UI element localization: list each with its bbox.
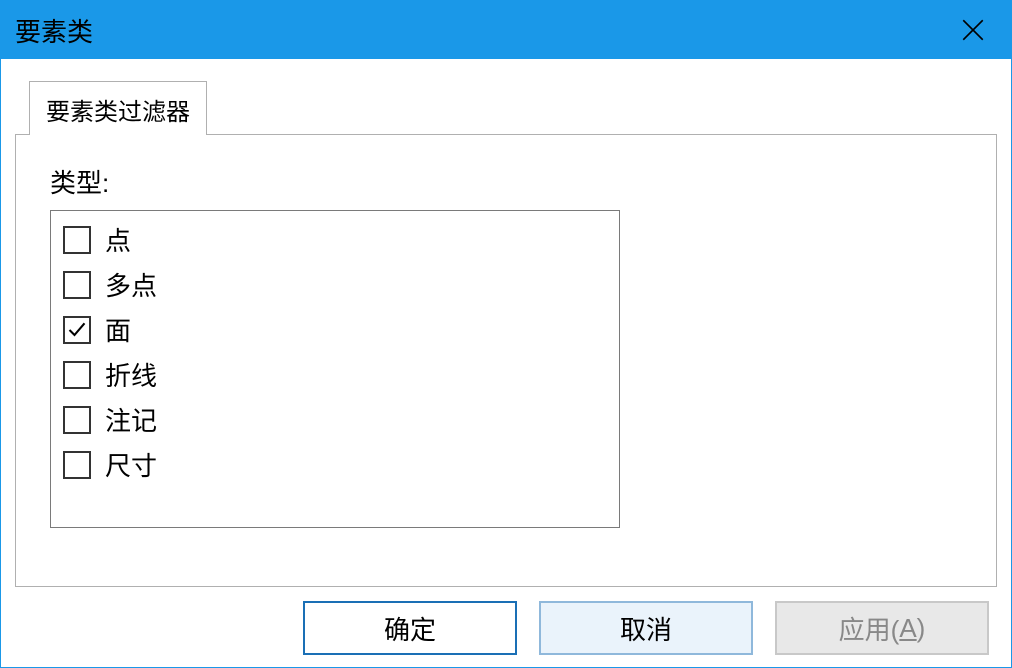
dialog-window: 要素类 要素类过滤器 类型: 点 <box>0 0 1012 668</box>
close-button[interactable] <box>949 6 997 54</box>
apply-button[interactable]: 应用(A) <box>775 601 989 655</box>
checkbox-annotation[interactable] <box>63 406 91 434</box>
checkbox-multipoint[interactable] <box>63 271 91 299</box>
type-label: 类型: <box>50 163 962 200</box>
list-item: 注记 <box>63 401 607 438</box>
checkbox-polygon[interactable] <box>63 316 91 344</box>
tab-content: 类型: 点 多点 <box>15 134 997 587</box>
ok-button[interactable]: 确定 <box>303 601 517 655</box>
apply-label-prefix: 应用( <box>839 610 900 647</box>
list-item-label: 注记 <box>105 401 157 438</box>
list-item-label: 折线 <box>105 356 157 393</box>
type-list-box: 点 多点 面 <box>50 210 620 528</box>
tab-header: 要素类过滤器 <box>29 81 997 134</box>
list-item: 面 <box>63 311 607 348</box>
list-item-label: 点 <box>105 221 131 258</box>
tab-filter[interactable]: 要素类过滤器 <box>29 81 207 135</box>
list-item: 折线 <box>63 356 607 393</box>
button-bar: 确定 取消 应用(A) <box>15 587 997 655</box>
tab-container: 要素类过滤器 类型: 点 多点 <box>15 81 997 587</box>
check-icon <box>67 320 87 340</box>
list-item-label: 多点 <box>105 266 157 303</box>
close-icon <box>960 17 986 43</box>
checkbox-point[interactable] <box>63 226 91 254</box>
checkbox-dimension[interactable] <box>63 451 91 479</box>
list-item: 点 <box>63 221 607 258</box>
apply-label-suffix: ) <box>917 613 926 644</box>
list-item-label: 面 <box>105 311 131 348</box>
window-title: 要素类 <box>15 12 93 49</box>
list-item: 尺寸 <box>63 446 607 483</box>
titlebar: 要素类 <box>1 1 1011 59</box>
cancel-button[interactable]: 取消 <box>539 601 753 655</box>
client-area: 要素类过滤器 类型: 点 多点 <box>1 59 1011 667</box>
apply-accelerator: A <box>899 613 916 644</box>
list-item-label: 尺寸 <box>105 446 157 483</box>
checkbox-polyline[interactable] <box>63 361 91 389</box>
list-item: 多点 <box>63 266 607 303</box>
